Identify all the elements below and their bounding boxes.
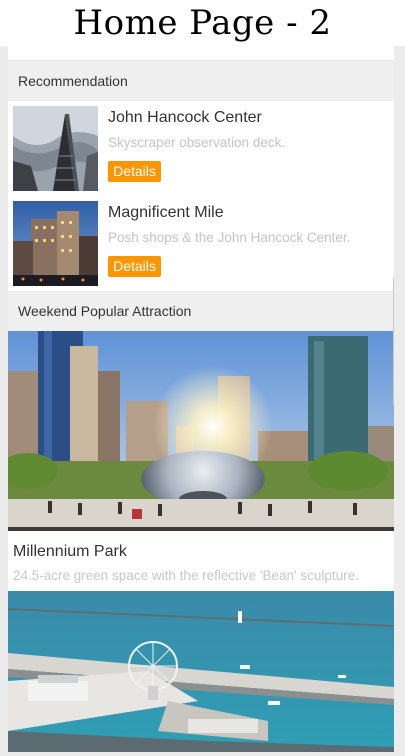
top-strip	[8, 46, 394, 61]
right-rail	[394, 46, 405, 756]
rec-title: Magnificent Mile	[108, 204, 224, 221]
navy-pier-photo-icon[interactable]	[8, 591, 394, 752]
city-night-photo-icon[interactable]	[13, 201, 98, 286]
skyscraper-photo-icon[interactable]	[13, 106, 98, 191]
attraction-description: 24.5-acre green space with the reflectiv…	[13, 568, 359, 583]
rec-description: Posh shops & the John Hancock Center.	[108, 230, 351, 245]
recommendation-header: Recommendation	[8, 61, 394, 101]
app-screen: Recommendation John Hancock Center Skysc…	[8, 46, 394, 752]
rec-title: John Hancock Center	[108, 109, 262, 126]
weekend-header: Weekend Popular Attraction	[8, 291, 394, 331]
details-button[interactable]: Details	[108, 161, 161, 182]
page-title: Home Page - 2	[73, 3, 332, 43]
attraction-title: Millennium Park	[13, 543, 127, 560]
details-button[interactable]: Details	[108, 256, 161, 277]
phone-frame: Recommendation John Hancock Center Skysc…	[0, 46, 405, 756]
list-item[interactable]: Magnificent Mile Posh shops & the John H…	[8, 196, 394, 286]
list-item[interactable]: John Hancock Center Skyscraper observati…	[8, 101, 394, 191]
cloud-gate-photo-icon[interactable]	[8, 331, 394, 531]
rec-description: Skyscraper observation deck.	[108, 135, 286, 150]
